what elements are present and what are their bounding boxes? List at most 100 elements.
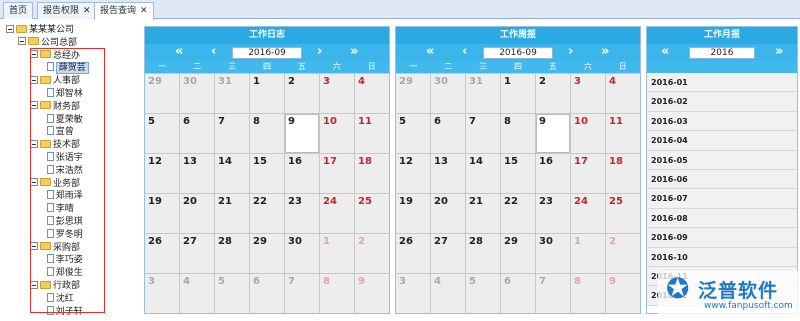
calendar-day[interactable]: 3 — [571, 74, 605, 113]
month-item[interactable]: 2016-02 — [647, 92, 797, 112]
month-item[interactable]: 2016-09 — [647, 228, 797, 248]
calendar-day[interactable]: 30 — [431, 74, 465, 113]
calendar-day[interactable]: 3 — [320, 74, 354, 113]
tree-item-folder[interactable]: 某某某公司 — [6, 24, 74, 37]
calendar-day[interactable]: 26 — [396, 234, 430, 273]
calendar-day[interactable]: 2 — [606, 234, 640, 273]
calendar-day[interactable]: 1 — [501, 74, 535, 113]
calendar-day[interactable]: 29 — [145, 74, 179, 113]
calendar-day[interactable]: 19 — [145, 194, 179, 233]
calendar-day[interactable]: 18 — [606, 154, 640, 193]
year-field[interactable]: 2016 — [689, 47, 755, 59]
tab-report-permission[interactable]: 报告权限 ✕ — [37, 2, 97, 19]
calendar-day[interactable]: 31 — [466, 74, 500, 113]
calendar-day[interactable]: 24 — [571, 194, 605, 233]
calendar-day[interactable]: 12 — [145, 154, 179, 193]
next-month-icon[interactable]: › — [317, 44, 322, 60]
calendar-day[interactable]: 9 — [355, 274, 389, 313]
calendar-day[interactable]: 7 — [215, 114, 249, 153]
calendar-day[interactable]: 29 — [501, 234, 535, 273]
prev-year-icon[interactable]: « — [426, 44, 434, 60]
calendar-day[interactable]: 18 — [355, 154, 389, 193]
calendar-day[interactable]: 30 — [285, 234, 319, 273]
prev-month-icon[interactable]: ‹ — [462, 44, 467, 60]
calendar-day[interactable]: 31 — [215, 74, 249, 113]
calendar-day[interactable]: 23 — [536, 194, 570, 233]
close-icon[interactable]: ✕ — [140, 6, 148, 16]
month-item[interactable]: 2016-10 — [647, 247, 797, 267]
month-field[interactable]: 2016-09 — [232, 47, 302, 59]
calendar-day[interactable]: 30 — [536, 234, 570, 273]
calendar-day[interactable]: 5 — [466, 274, 500, 313]
tab-home[interactable]: 首页 — [3, 2, 34, 19]
calendar-day[interactable]: 1 — [320, 234, 354, 273]
calendar-day[interactable]: 2 — [285, 74, 319, 113]
calendar-day[interactable]: 21 — [215, 194, 249, 233]
calendar-day[interactable]: 17 — [320, 154, 354, 193]
month-item[interactable]: 2016-04 — [647, 131, 797, 151]
collapse-toggle-icon[interactable] — [6, 24, 14, 33]
calendar-day[interactable]: 10 — [320, 114, 354, 153]
next-year-icon[interactable]: » — [601, 44, 609, 60]
calendar-day[interactable]: 20 — [180, 194, 214, 233]
calendar-day[interactable]: 25 — [355, 194, 389, 233]
calendar-day[interactable]: 11 — [355, 114, 389, 153]
calendar-day[interactable]: 23 — [285, 194, 319, 233]
calendar-day[interactable]: 27 — [431, 234, 465, 273]
calendar-day[interactable]: 4 — [606, 74, 640, 113]
calendar-day[interactable]: 8 — [501, 114, 535, 153]
month-item[interactable]: 2016-07 — [647, 189, 797, 209]
calendar-day[interactable]: 8 — [571, 274, 605, 313]
next-month-icon[interactable]: › — [568, 44, 573, 60]
calendar-day[interactable]: 27 — [180, 234, 214, 273]
calendar-day[interactable]: 5 — [215, 274, 249, 313]
calendar-day[interactable]: 4 — [180, 274, 214, 313]
next-year-icon[interactable]: » — [775, 44, 783, 60]
tab-report-query[interactable]: 报告查询 ✕ — [94, 2, 154, 20]
calendar-day[interactable]: 13 — [180, 154, 214, 193]
next-year-icon[interactable]: » — [350, 44, 358, 60]
calendar-day[interactable]: 16 — [285, 154, 319, 193]
month-item[interactable]: 2016-06 — [647, 169, 797, 190]
calendar-day[interactable]: 3 — [145, 274, 179, 313]
calendar-day[interactable]: 26 — [145, 234, 179, 273]
calendar-day[interactable]: 24 — [320, 194, 354, 233]
calendar-day[interactable]: 9 — [606, 274, 640, 313]
prev-year-icon[interactable]: « — [175, 44, 183, 60]
calendar-day[interactable]: 6 — [180, 114, 214, 153]
calendar-day[interactable]: 19 — [396, 194, 430, 233]
calendar-day[interactable]: 8 — [320, 274, 354, 313]
calendar-day[interactable]: 16 — [536, 154, 570, 193]
calendar-day[interactable]: 4 — [431, 274, 465, 313]
month-field[interactable]: 2016-09 — [483, 47, 553, 59]
calendar-day[interactable]: 22 — [250, 194, 284, 233]
calendar-day[interactable]: 20 — [431, 194, 465, 233]
calendar-day[interactable]: 7 — [536, 274, 570, 313]
calendar-day[interactable]: 3 — [396, 274, 430, 313]
month-item[interactable]: 2016-01 — [647, 73, 797, 93]
calendar-day[interactable]: 1 — [571, 234, 605, 273]
calendar-day[interactable]: 6 — [501, 274, 535, 313]
calendar-day[interactable]: 11 — [606, 114, 640, 153]
calendar-day[interactable]: 2 — [536, 74, 570, 113]
calendar-day[interactable]: 4 — [355, 74, 389, 113]
calendar-day[interactable]: 14 — [215, 154, 249, 193]
calendar-day[interactable]: 14 — [466, 154, 500, 193]
month-item[interactable]: 2016-03 — [647, 111, 797, 132]
calendar-day[interactable]: 5 — [145, 114, 179, 153]
calendar-day[interactable]: 28 — [466, 234, 500, 273]
calendar-day-today[interactable]: 9 — [536, 114, 570, 153]
collapse-toggle-icon[interactable] — [18, 37, 26, 46]
calendar-day[interactable]: 17 — [571, 154, 605, 193]
calendar-day[interactable]: 22 — [501, 194, 535, 233]
calendar-day[interactable]: 10 — [571, 114, 605, 153]
calendar-day[interactable]: 8 — [250, 114, 284, 153]
calendar-day[interactable]: 5 — [396, 114, 430, 153]
prev-month-icon[interactable]: ‹ — [211, 44, 216, 60]
calendar-day[interactable]: 2 — [355, 234, 389, 273]
calendar-day[interactable]: 21 — [466, 194, 500, 233]
calendar-day[interactable]: 15 — [250, 154, 284, 193]
calendar-day[interactable]: 28 — [215, 234, 249, 273]
calendar-day[interactable]: 12 — [396, 154, 430, 193]
calendar-day[interactable]: 1 — [250, 74, 284, 113]
